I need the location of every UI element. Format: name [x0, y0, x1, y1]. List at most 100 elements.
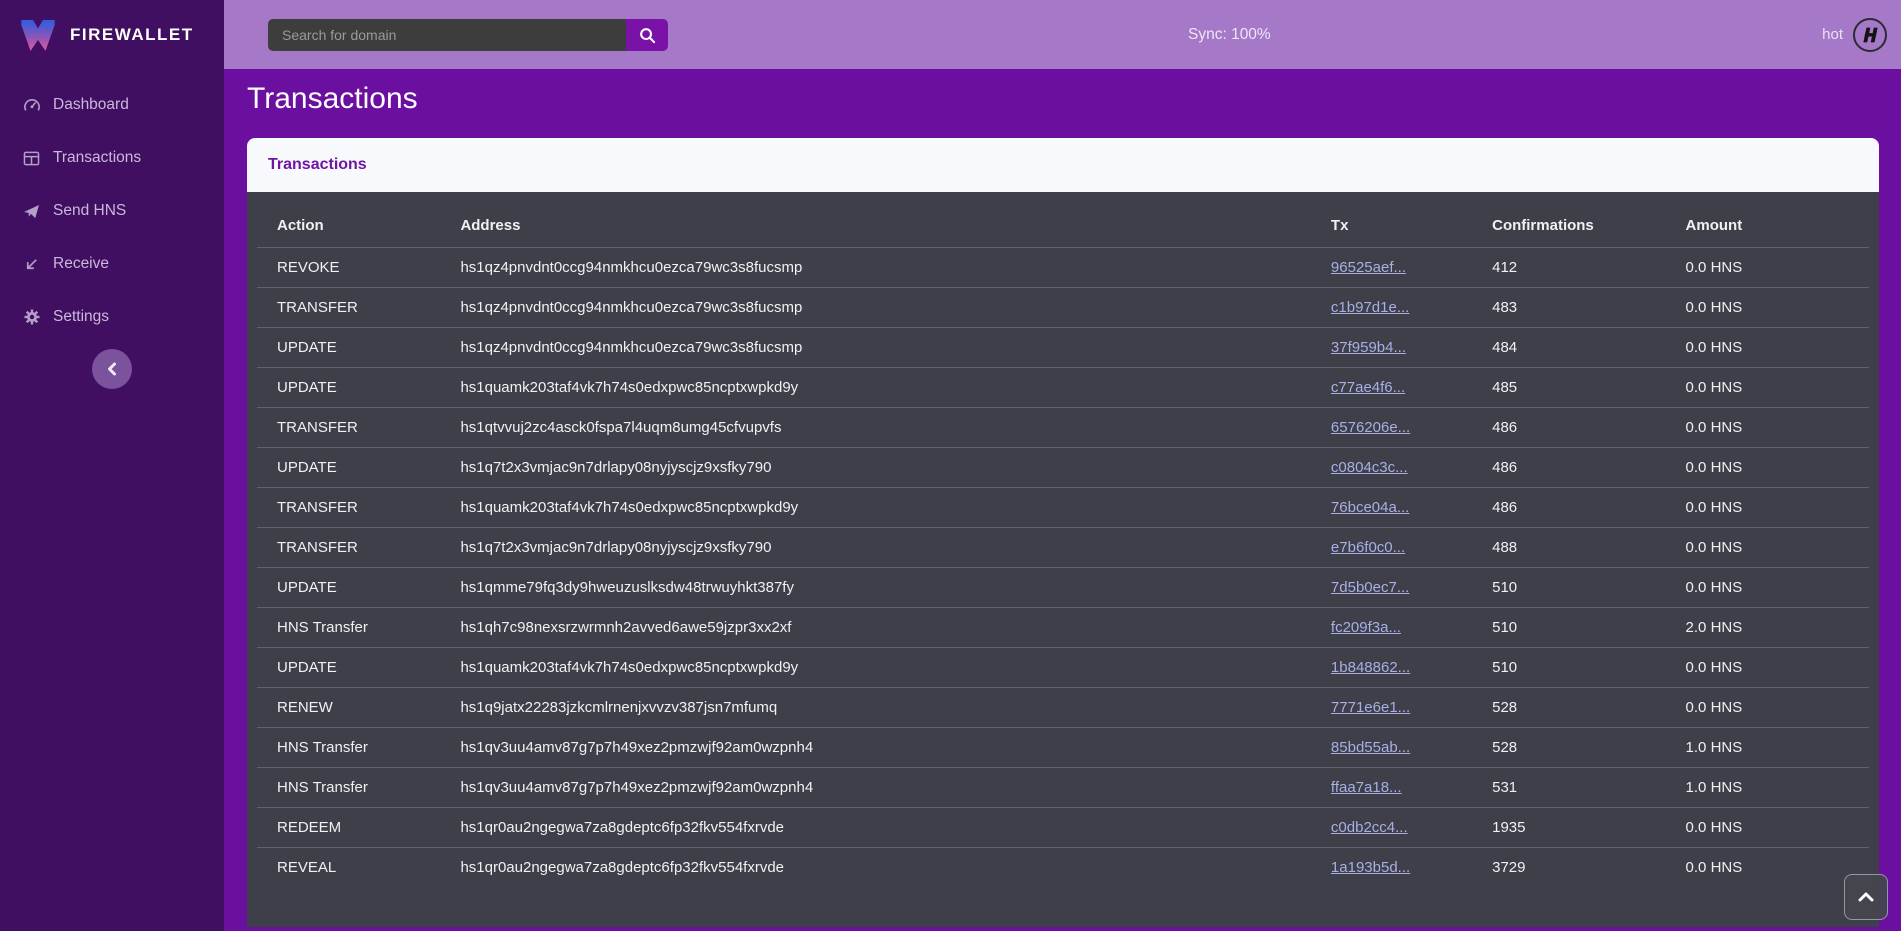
confirmations-cell: 488 [1482, 528, 1675, 568]
tx-cell: 76bce04a... [1321, 488, 1482, 528]
action-cell: TRANSFER [257, 288, 450, 328]
scroll-to-top-button[interactable] [1844, 874, 1888, 920]
action-cell: UPDATE [257, 648, 450, 688]
table-row: REVEALhs1qr0au2ngegwa7za8gdeptc6fp32fkv5… [257, 848, 1869, 888]
tx-link[interactable]: c1b97d1e... [1331, 299, 1409, 316]
address-cell: hs1qz4pnvdnt0ccg94nmkhcu0ezca79wc3s8fucs… [450, 248, 1320, 288]
address-cell: hs1q7t2x3vmjac9n7drlapy08nyjyscjz9xsfky7… [450, 448, 1320, 488]
address-cell: hs1qv3uu4amv87g7p7h49xez2pmzwjf92am0wzpn… [450, 728, 1320, 768]
column-header-address: Address [450, 192, 1320, 248]
tx-link[interactable]: 76bce04a... [1331, 499, 1409, 516]
address-cell: hs1qmme79fq3dy9hweuzuslksdw48trwuyhkt387… [450, 568, 1320, 608]
confirmations-cell: 486 [1482, 448, 1675, 488]
tx-link[interactable]: 37f959b4... [1331, 339, 1406, 356]
amount-cell: 0.0 HNS [1676, 528, 1869, 568]
table-row: UPDATEhs1qmme79fq3dy9hweuzuslksdw48trwuy… [257, 568, 1869, 608]
table-row: UPDATEhs1q7t2x3vmjac9n7drlapy08nyjyscjz9… [257, 448, 1869, 488]
sidebar-item-label: Send HNS [53, 202, 126, 220]
amount-cell: 0.0 HNS [1676, 368, 1869, 408]
tx-link[interactable]: 96525aef... [1331, 259, 1406, 276]
action-cell: UPDATE [257, 328, 450, 368]
address-cell: hs1qv3uu4amv87g7p7h49xez2pmzwjf92am0wzpn… [450, 768, 1320, 808]
address-cell: hs1quamk203taf4vk7h74s0edxpwc85ncptxwpkd… [450, 368, 1320, 408]
tx-cell: c0db2cc4... [1321, 808, 1482, 848]
tx-link[interactable]: c77ae4f6... [1331, 379, 1405, 396]
action-cell: HNS Transfer [257, 608, 450, 648]
tx-link[interactable]: 7771e6e1... [1331, 699, 1410, 716]
user-area: hot [1822, 0, 1887, 69]
tachometer-icon [22, 97, 41, 113]
search-input[interactable] [268, 19, 626, 51]
address-cell: hs1q9jatx22283jzkcmlrnenjxvvzv387jsn7mfu… [450, 688, 1320, 728]
confirmations-cell: 528 [1482, 688, 1675, 728]
confirmations-cell: 3729 [1482, 848, 1675, 888]
search-icon [639, 27, 656, 44]
transactions-table-wrap: Action Address Tx Confirmations Amount R… [247, 192, 1879, 927]
sidebar-item-label: Dashboard [53, 96, 129, 114]
table-row: UPDATEhs1quamk203taf4vk7h74s0edxpwc85ncp… [257, 368, 1869, 408]
tx-link[interactable]: 1a193b5d... [1331, 859, 1410, 876]
domain-search [268, 19, 668, 51]
action-cell: TRANSFER [257, 528, 450, 568]
tx-cell: c1b97d1e... [1321, 288, 1482, 328]
confirmations-cell: 510 [1482, 568, 1675, 608]
action-cell: REVOKE [257, 248, 450, 288]
amount-cell: 0.0 HNS [1676, 688, 1869, 728]
address-cell: hs1qr0au2ngegwa7za8gdeptc6fp32fkv554fxrv… [450, 848, 1320, 888]
table-row: TRANSFERhs1qtvvuj2zc4asck0fspa7l4uqm8umg… [257, 408, 1869, 448]
confirmations-cell: 486 [1482, 408, 1675, 448]
arrow-down-left-icon [22, 257, 41, 272]
tx-link[interactable]: 1b848862... [1331, 659, 1410, 676]
sidebar-item-settings[interactable]: Settings [0, 295, 224, 339]
firewallet-logo-icon [18, 16, 58, 54]
tx-cell: e7b6f0c0... [1321, 528, 1482, 568]
table-row: TRANSFERhs1qz4pnvdnt0ccg94nmkhcu0ezca79w… [257, 288, 1869, 328]
sidebar-item-label: Settings [53, 308, 109, 326]
search-button[interactable] [626, 19, 668, 51]
confirmations-cell: 486 [1482, 488, 1675, 528]
tx-link[interactable]: 7d5b0ec7... [1331, 579, 1409, 596]
confirmations-cell: 484 [1482, 328, 1675, 368]
amount-cell: 0.0 HNS [1676, 448, 1869, 488]
tx-link[interactable]: ffaa7a18... [1331, 779, 1402, 796]
table-icon [22, 151, 41, 166]
sidebar-collapse-button[interactable] [92, 349, 132, 389]
confirmations-cell: 483 [1482, 288, 1675, 328]
confirmations-cell: 510 [1482, 648, 1675, 688]
transactions-card: Transactions Action Address Tx Confirmat… [247, 138, 1879, 927]
sidebar-item-transactions[interactable]: Transactions [0, 136, 224, 180]
wallet-name: hot [1822, 26, 1843, 43]
tx-link[interactable]: 85bd55ab... [1331, 739, 1410, 756]
tx-cell: 85bd55ab... [1321, 728, 1482, 768]
sidebar-item-send-hns[interactable]: Send HNS [0, 189, 224, 233]
tx-link[interactable]: e7b6f0c0... [1331, 539, 1405, 556]
confirmations-cell: 528 [1482, 728, 1675, 768]
table-row: HNS Transferhs1qv3uu4amv87g7p7h49xez2pmz… [257, 728, 1869, 768]
topbar: Sync: 100% hot [224, 0, 1901, 69]
confirmations-cell: 412 [1482, 248, 1675, 288]
action-cell: UPDATE [257, 448, 450, 488]
sidebar-item-receive[interactable]: Receive [0, 242, 224, 286]
tx-link[interactable]: 6576206e... [1331, 419, 1410, 436]
sidebar-item-dashboard[interactable]: Dashboard [0, 83, 224, 127]
tx-link[interactable]: c0db2cc4... [1331, 819, 1408, 836]
tx-cell: c77ae4f6... [1321, 368, 1482, 408]
action-cell: TRANSFER [257, 408, 450, 448]
chevron-up-icon [1858, 892, 1874, 902]
tx-cell: 6576206e... [1321, 408, 1482, 448]
tx-link[interactable]: fc209f3a... [1331, 619, 1401, 636]
tx-cell: ffaa7a18... [1321, 768, 1482, 808]
action-cell: UPDATE [257, 368, 450, 408]
action-cell: UPDATE [257, 568, 450, 608]
amount-cell: 0.0 HNS [1676, 648, 1869, 688]
address-cell: hs1q7t2x3vmjac9n7drlapy08nyjyscjz9xsfky7… [450, 528, 1320, 568]
address-cell: hs1qh7c98nexsrzwrmnh2avved6awe59jzpr3xx2… [450, 608, 1320, 648]
tx-link[interactable]: c0804c3c... [1331, 459, 1408, 476]
table-row: REDEEMhs1qr0au2ngegwa7za8gdeptc6fp32fkv5… [257, 808, 1869, 848]
wallet-avatar[interactable] [1853, 18, 1887, 52]
confirmations-cell: 485 [1482, 368, 1675, 408]
address-cell: hs1quamk203taf4vk7h74s0edxpwc85ncptxwpkd… [450, 488, 1320, 528]
amount-cell: 0.0 HNS [1676, 568, 1869, 608]
table-row: RENEWhs1q9jatx22283jzkcmlrnenjxvvzv387js… [257, 688, 1869, 728]
tx-cell: 1a193b5d... [1321, 848, 1482, 888]
